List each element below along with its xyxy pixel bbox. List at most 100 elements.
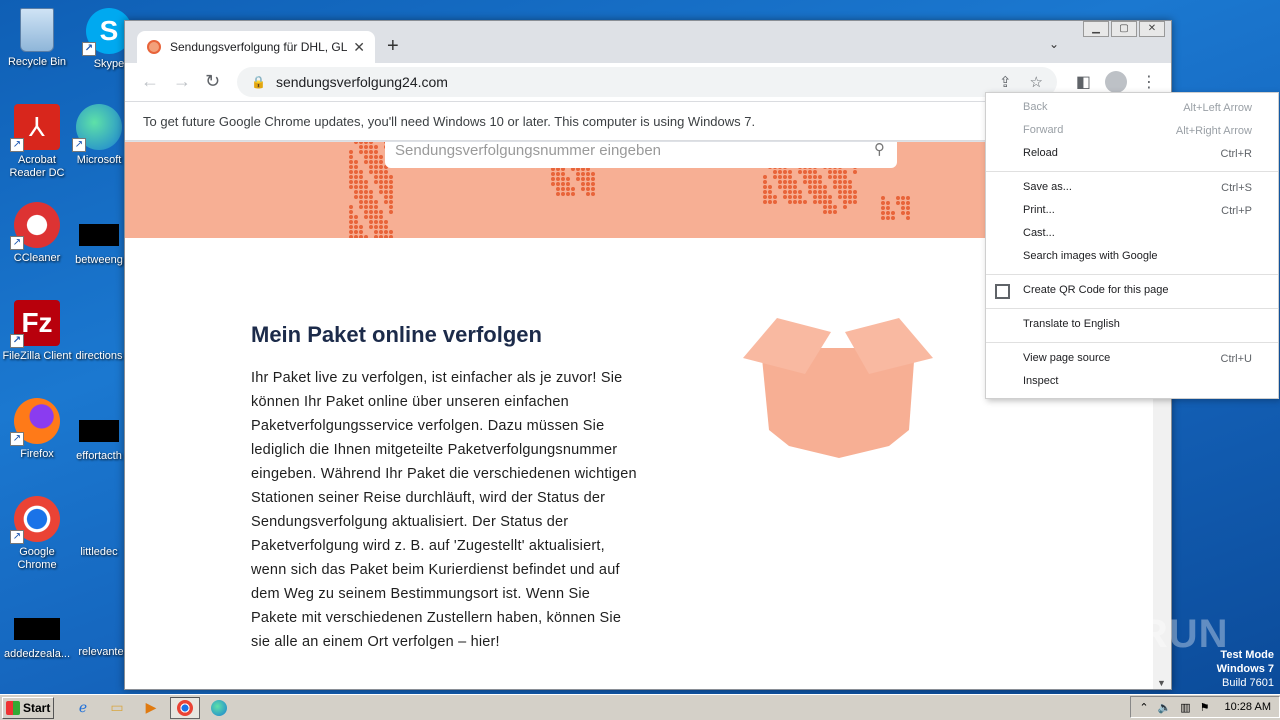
menu-item-back[interactable]: Back Alt+Left Arrow — [986, 97, 1278, 120]
menu-kebab-icon[interactable]: ⋮ — [1141, 72, 1157, 92]
map-dot — [783, 180, 787, 184]
address-bar[interactable]: 🔒 sendungsverfolgung24.com ⇪ ☆ — [237, 67, 1057, 97]
share-icon[interactable]: ⇪ — [999, 73, 1012, 91]
volume-icon[interactable]: 🔈 — [1158, 701, 1172, 714]
map-dot — [763, 180, 767, 184]
map-dot — [379, 230, 383, 234]
map-dot — [763, 190, 767, 194]
scan-icon[interactable]: ⚲ — [874, 142, 885, 158]
anyrun-watermark: ANY RUN — [1040, 612, 1229, 656]
map-dot — [813, 200, 817, 204]
map-dot — [783, 170, 787, 174]
map-dot — [838, 195, 842, 199]
map-dot — [818, 175, 822, 179]
map-dot — [581, 177, 585, 181]
map-dot — [591, 192, 595, 196]
map-dot — [369, 160, 373, 164]
map-dot — [818, 180, 822, 184]
desktop-icon-label: relevante — [78, 646, 124, 658]
menu-item-forward[interactable]: Forward Alt+Right Arrow — [986, 120, 1278, 143]
menu-item-reload[interactable]: Reload Ctrl+R — [986, 143, 1278, 166]
map-dot — [389, 185, 393, 189]
map-dot — [369, 190, 373, 194]
action-center-flag-icon[interactable]: ⚑ — [1200, 701, 1210, 714]
map-dot — [778, 170, 782, 174]
bookmark-star-icon[interactable]: ☆ — [1030, 73, 1043, 91]
map-dot — [379, 190, 383, 194]
map-dot — [369, 165, 373, 169]
filezilla-icon: Fz ↗ — [10, 300, 60, 348]
map-dot — [359, 205, 363, 209]
map-dot — [556, 172, 560, 176]
menu-item-save-as[interactable]: Save as... Ctrl+S — [986, 177, 1278, 200]
map-dot — [349, 225, 353, 229]
taskbar-media-player-icon[interactable]: ▶ — [136, 697, 166, 719]
map-dot — [349, 220, 353, 224]
shortcut-arrow-icon: ↗ — [72, 138, 86, 152]
file-icon — [14, 618, 60, 640]
menu-item-label: Cast... — [1023, 227, 1055, 239]
map-dot — [798, 200, 802, 204]
desktop-icon-addedzeala[interactable]: addedzeala... — [0, 606, 74, 661]
map-dot — [881, 196, 885, 200]
map-dot — [838, 170, 842, 174]
map-dot — [561, 187, 565, 191]
menu-item-inspect[interactable]: Inspect — [986, 371, 1278, 394]
taskbar-chrome-icon[interactable] — [170, 696, 200, 719]
tab-search-chevron-icon[interactable]: ⌄ — [1049, 37, 1059, 51]
map-dot — [586, 192, 590, 196]
map-dot — [823, 195, 827, 199]
browser-tab[interactable]: Sendungsverfolgung für DHL, GLS, U ✕ — [137, 31, 375, 63]
tab-close-icon[interactable]: ✕ — [353, 39, 365, 56]
menu-item-print[interactable]: Print... Ctrl+P — [986, 200, 1278, 223]
map-dot — [571, 187, 575, 191]
map-dot — [359, 190, 363, 194]
map-dot — [389, 230, 393, 234]
map-dot — [906, 201, 910, 205]
map-dot — [374, 200, 378, 204]
map-dot — [566, 192, 570, 196]
map-dot — [374, 150, 378, 154]
map-dot — [823, 200, 827, 204]
map-dot — [354, 170, 358, 174]
forward-arrow-icon[interactable]: → — [173, 71, 191, 92]
menu-item-label: Back — [1023, 101, 1048, 113]
tracking-number-input[interactable]: Sendungsverfolgungsnummer eingeben ⚲ — [385, 142, 897, 168]
desktop-icon-chrome[interactable]: ↗ Google Chrome — [0, 496, 74, 572]
chrome-icon: ↗ — [10, 496, 60, 544]
tray-expand-icon[interactable]: ⌃ — [1139, 701, 1148, 714]
menu-item-cast[interactable]: Cast... — [986, 223, 1278, 246]
profile-avatar[interactable] — [1105, 71, 1127, 93]
scroll-down-icon[interactable]: ▼ — [1157, 678, 1166, 688]
side-panel-icon[interactable]: ◧ — [1076, 72, 1091, 92]
start-button[interactable]: Start — [2, 696, 54, 719]
menu-item-qr-code[interactable]: Create QR Code for this page — [986, 280, 1278, 303]
lock-icon: 🔒 — [251, 75, 266, 89]
maximize-button[interactable]: ▢ — [1111, 21, 1137, 37]
map-dot — [833, 185, 837, 189]
map-dot — [833, 205, 837, 209]
clock[interactable]: 10:28 AM — [1225, 701, 1271, 713]
map-dot — [891, 216, 895, 220]
reload-icon[interactable]: ↻ — [205, 71, 220, 92]
minimize-button[interactable]: ▁ — [1083, 21, 1109, 37]
new-tab-button[interactable]: + — [387, 35, 399, 58]
network-icon[interactable]: ▥ — [1180, 701, 1190, 714]
close-window-button[interactable]: ✕ — [1139, 21, 1165, 37]
taskbar-edge-icon[interactable] — [204, 697, 234, 719]
map-dot — [359, 230, 363, 234]
desktop-icon-recycle-bin[interactable]: Recycle Bin — [0, 8, 74, 69]
taskbar-explorer-icon[interactable]: ▭ — [102, 697, 132, 719]
taskbar-ie-icon[interactable]: ℯ — [68, 697, 98, 719]
map-dot — [901, 201, 905, 205]
menu-item-search-images[interactable]: Search images with Google — [986, 246, 1278, 269]
map-dot — [369, 142, 373, 144]
menu-item-view-source[interactable]: View page source Ctrl+U — [986, 348, 1278, 371]
menu-item-translate[interactable]: Translate to English — [986, 314, 1278, 337]
map-dot — [379, 170, 383, 174]
back-arrow-icon[interactable]: ← — [141, 71, 159, 92]
ccleaner-icon: ↗ — [10, 202, 60, 250]
map-dot — [374, 175, 378, 179]
map-dot — [349, 180, 353, 184]
map-dot — [793, 185, 797, 189]
